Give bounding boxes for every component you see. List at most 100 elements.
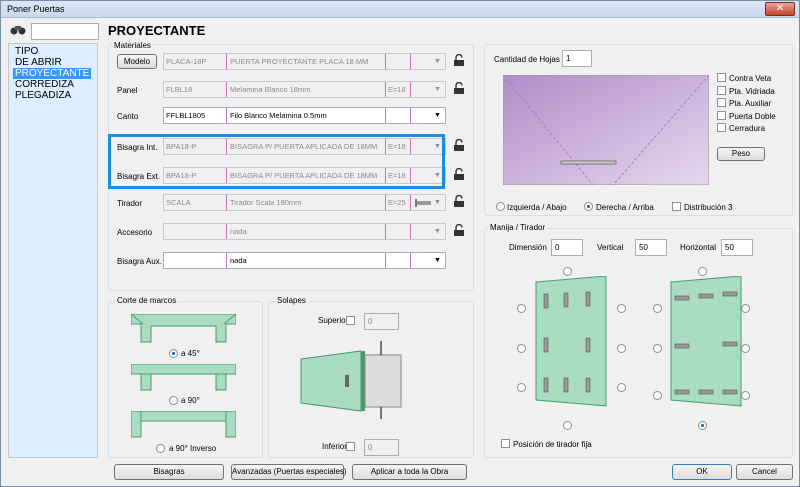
lock-icon[interactable] <box>453 223 465 236</box>
material-code <box>164 253 224 268</box>
inferior-input[interactable]: 0 <box>364 439 399 456</box>
derecha-radio[interactable] <box>584 202 593 211</box>
material-label: Panel <box>117 86 138 95</box>
list-item-corrediza[interactable]: CORREDIZA <box>13 79 76 90</box>
handle-position-radio[interactable] <box>517 383 526 392</box>
handle-position-radio[interactable] <box>698 267 707 276</box>
handle-position-radio[interactable] <box>563 267 572 276</box>
handle-position-radio[interactable] <box>517 344 526 353</box>
chevron-down-icon[interactable]: ▼ <box>430 253 445 268</box>
option-checkbox[interactable] <box>717 123 726 132</box>
list-item-de-abrir[interactable]: DE ABRIR <box>13 57 64 68</box>
handle-position-radio[interactable] <box>617 304 626 313</box>
corte-90-radio[interactable] <box>169 396 178 405</box>
chevron-down-icon[interactable]: ▼ <box>430 224 445 239</box>
handle-position-radio[interactable] <box>698 421 707 430</box>
material-description: Tirador Scala 180mm <box>230 198 302 207</box>
material-thickness: E=18 <box>388 85 406 94</box>
option-label: Puerta Doble <box>729 111 776 121</box>
list-item-proyectante[interactable]: PROYECTANTE <box>13 68 92 79</box>
lock-icon[interactable] <box>453 138 465 151</box>
hojas-input[interactable]: 1 <box>562 50 592 67</box>
avanzadas-button[interactable]: Avanzadas (Puertas especiales) <box>231 464 347 480</box>
window-title: Poner Puertas <box>7 4 65 14</box>
material-description: nada <box>230 227 247 236</box>
search-input[interactable] <box>31 23 99 40</box>
handle-position-radio[interactable] <box>617 344 626 353</box>
option-label: Contra Veta <box>729 74 772 83</box>
izquierda-radio[interactable] <box>496 202 505 211</box>
option-checkbox[interactable] <box>717 98 726 107</box>
dimension-label: Dimensión <box>509 243 547 252</box>
solape-diagram <box>300 341 402 419</box>
option-checkbox[interactable] <box>717 85 726 95</box>
superior-input[interactable]: 0 <box>364 313 399 330</box>
vertical-handle-diagram <box>535 276 607 407</box>
corte-90-label: a 90° <box>181 396 200 405</box>
material-thickness <box>386 54 410 69</box>
chevron-down-icon[interactable]: ▼ <box>430 195 445 210</box>
hojas-label: Cantidad de Hojas <box>494 55 560 64</box>
close-button[interactable]: ✕ <box>765 2 795 16</box>
column-divider <box>410 253 411 268</box>
lock-icon[interactable] <box>453 194 465 207</box>
chevron-down-icon[interactable]: ▼ <box>430 82 445 97</box>
handle-position-radio[interactable] <box>617 383 626 392</box>
title-bar[interactable]: Poner Puertas ✕ <box>1 1 799 18</box>
chevron-down-icon[interactable]: ▼ <box>430 54 445 69</box>
material-combo[interactable]: SCALA Tirador Scala 180mm E=25 ▼ <box>163 194 446 211</box>
solapes-title: Solapes <box>275 296 308 305</box>
material-combo[interactable]: FLBL18 Melamina Blanco 18mm E=18 ▼ <box>163 81 446 98</box>
list-item-tipo[interactable]: TIPO <box>13 46 40 57</box>
corte-90-inverso-radio[interactable] <box>156 444 165 453</box>
tirador-fijo-label: Posición de tirador fija <box>513 440 592 449</box>
frame-90-inverso-image <box>131 411 236 438</box>
handle-position-radio[interactable] <box>563 421 572 430</box>
material-combo[interactable]: nada ▼ <box>163 223 446 240</box>
column-divider <box>226 253 227 268</box>
inferior-checkbox[interactable] <box>346 442 355 451</box>
column-divider <box>410 195 411 210</box>
peso-button[interactable]: Peso <box>717 147 765 161</box>
distribucion-checkbox[interactable] <box>672 202 681 211</box>
material-combo[interactable]: nada ▼ <box>163 252 446 269</box>
material-description: Filo Blanco Melamina 0.5mm <box>230 111 327 120</box>
superior-checkbox[interactable] <box>346 316 355 325</box>
dimension-input[interactable]: 0 <box>551 239 583 256</box>
vertical-input[interactable]: 50 <box>635 239 667 256</box>
bisagras-button[interactable]: Bisagras <box>114 464 224 480</box>
option-checkbox[interactable] <box>717 73 726 82</box>
binoculars-icon[interactable] <box>10 25 26 35</box>
cancel-button[interactable]: Cancel <box>736 464 793 480</box>
handle-position-radio[interactable] <box>653 304 662 313</box>
lock-icon[interactable] <box>453 167 465 180</box>
material-thickness <box>386 224 410 239</box>
modelo-button[interactable]: Modelo <box>117 54 157 69</box>
material-thickness: E=25 <box>388 198 406 207</box>
ok-button[interactable]: OK <box>672 464 732 480</box>
handle-position-radio[interactable] <box>741 391 750 400</box>
material-combo[interactable]: PLACA-18P PUERTA PROYECTANTE PLACA 18 MM ▼ <box>163 53 446 70</box>
handle-position-radio[interactable] <box>653 344 662 353</box>
option-checkbox[interactable] <box>717 110 726 120</box>
material-combo[interactable]: FFLBL1805 Filo Blanco Melamina 0.5mm ▼ <box>163 107 446 124</box>
horizontal-label: Horizontal <box>680 243 717 252</box>
handle-position-radio[interactable] <box>741 344 750 353</box>
lock-icon[interactable] <box>453 53 465 66</box>
door-type-list[interactable]: TIPO DE ABRIR PROYECTANTE CORREDIZA PLEG… <box>8 43 98 458</box>
handle-position-radio[interactable] <box>653 391 662 400</box>
lock-icon[interactable] <box>453 81 465 94</box>
superior-label: Superior <box>318 316 349 325</box>
chevron-down-icon[interactable]: ▼ <box>430 108 445 123</box>
aplicar-button[interactable]: Aplicar a toda la Obra <box>352 464 467 480</box>
handle-position-radio[interactable] <box>517 304 526 313</box>
corte-45-radio[interactable] <box>169 349 178 358</box>
handle-position-radio[interactable] <box>741 304 750 313</box>
page-title: PROYECTANTE <box>108 23 206 38</box>
horizontal-input[interactable]: 50 <box>721 239 753 256</box>
option-label: Cerradura <box>729 124 766 133</box>
list-item-plegadiza[interactable]: PLEGADIZA <box>13 90 73 101</box>
material-thickness <box>386 253 410 268</box>
frame-90-image <box>131 364 236 391</box>
tirador-fijo-checkbox[interactable] <box>501 439 510 448</box>
